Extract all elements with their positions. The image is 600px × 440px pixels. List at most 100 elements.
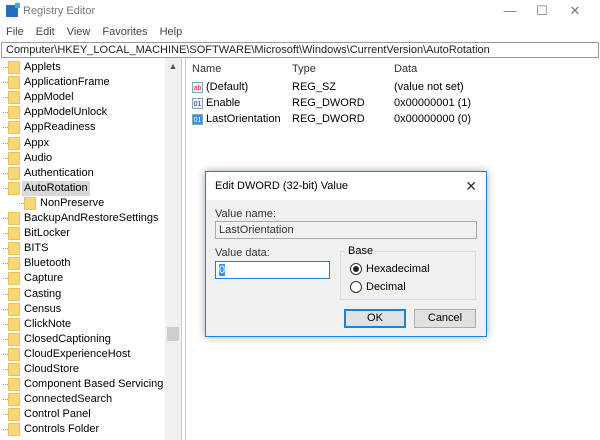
menu-view[interactable]: View [61, 24, 97, 40]
decimal-label[interactable]: Decimal [366, 281, 406, 293]
folder-icon [8, 106, 20, 120]
folder-icon [8, 61, 20, 74]
folder-icon [8, 91, 20, 105]
value-data-text: 0 [219, 264, 226, 276]
menu-file[interactable]: File [0, 24, 30, 40]
folder-icon [8, 136, 20, 150]
value-row[interactable]: ab (Default) REG_SZ (value not set) [186, 80, 586, 95]
edit-dword-dialog: Edit DWORD (32-bit) Value ✕ Value name: … [205, 171, 487, 337]
tree-item-label: AppReadiness [24, 121, 96, 134]
column-header-name[interactable]: Name [192, 63, 221, 75]
tree-item-label: Casting [24, 287, 62, 300]
binary-value-icon: 01 [192, 114, 203, 125]
address-bar[interactable]: Computer\HKEY_LOCAL_MACHINE\SOFTWARE\Mic… [1, 42, 599, 58]
folder-icon [8, 181, 20, 195]
value-type: REG_DWORD [292, 97, 365, 109]
value-name: Enable [206, 97, 241, 109]
hexadecimal-label[interactable]: Hexadecimal [366, 263, 430, 275]
menu-favorites[interactable]: Favorites [96, 24, 153, 40]
ok-button[interactable]: OK [344, 309, 406, 328]
value-name-field: LastOrientation [215, 221, 477, 239]
column-header-type[interactable]: Type [292, 63, 316, 75]
tree-item-label: ClosedCaptioning [24, 332, 111, 345]
folder-icon [8, 151, 20, 165]
tree-item-label: Authentication [24, 166, 94, 179]
value-data-input[interactable]: 0 [215, 261, 330, 279]
value-row[interactable]: 01 LastOrientation REG_DWORD 0x00000000 (0) [186, 112, 586, 127]
folder-icon [8, 287, 20, 301]
cancel-button[interactable]: Cancel [414, 309, 476, 328]
value-data: 0x00000000 (0) [394, 113, 472, 125]
folder-icon [8, 76, 20, 90]
value-name-label: Value name: [215, 208, 276, 220]
folder-icon [8, 347, 20, 361]
tree-item-label: Bluetooth [24, 257, 71, 270]
tree-item-label: BackupAndRestoreSettings [24, 212, 159, 224]
title-bar: Registry Editor — ☐ ✕ [0, 0, 600, 22]
base-label: Base [346, 245, 376, 257]
tree-item-label: Appx [24, 136, 50, 149]
folder-icon [8, 257, 20, 271]
folder-icon [8, 317, 20, 331]
tree-scrollbar[interactable]: ▲ [165, 58, 181, 440]
folder-icon [24, 196, 36, 210]
folder-icon [8, 393, 20, 407]
folder-icon [8, 166, 20, 180]
tree-item-label: ClickNote [24, 317, 72, 330]
tree-item-label: CloudExperienceHost [24, 347, 131, 360]
folder-icon [8, 378, 20, 392]
base-group: Base Hexadecimal Decimal [340, 245, 476, 300]
menu-help[interactable]: Help [154, 24, 189, 40]
tree-item-label: BitLocker [24, 227, 70, 240]
tree-item-label: Capture [24, 272, 64, 285]
value-data: 0x00000001 (1) [394, 97, 472, 109]
scrollbar-thumb[interactable] [167, 327, 179, 341]
tree-item-label: Census [24, 302, 62, 315]
folder-icon [8, 272, 20, 286]
scroll-up-icon[interactable]: ▲ [165, 61, 181, 71]
folder-icon [8, 121, 20, 135]
tree-item-label: ApplicationFrame [24, 76, 110, 89]
minimize-button[interactable]: — [495, 3, 525, 19]
binary-value-icon: 01 [192, 98, 203, 109]
value-type: REG_SZ [292, 81, 337, 93]
menu-edit[interactable]: Edit [30, 24, 61, 40]
key-tree: Applets ApplicationFrame AppModel AppModelU… [0, 58, 182, 440]
dialog-title: Edit DWORD (32-bit) Value [215, 180, 349, 192]
maximize-button[interactable]: ☐ [527, 3, 557, 19]
tree-item-label: NonPreserve [40, 196, 105, 209]
tree-item-label: AppModelUnlock [24, 106, 108, 119]
close-button[interactable]: ✕ [560, 3, 590, 19]
folder-icon [8, 212, 20, 225]
value-data-label: Value data: [215, 247, 270, 259]
menu-bar: File Edit View Favorites Help [0, 24, 188, 40]
tree-item-label: ConnectedSearch [24, 393, 113, 406]
folder-icon [8, 242, 20, 256]
tree-item-label: Controls Folder [24, 423, 100, 436]
folder-icon [8, 302, 20, 316]
value-name: LastOrientation [206, 113, 281, 125]
tree-item-label: BITS [24, 242, 49, 255]
tree-item-label: Audio [24, 151, 53, 164]
tree-item-label: CloudStore [24, 363, 80, 375]
folder-icon [8, 408, 20, 422]
tree-item-label: AutoRotation [22, 180, 90, 196]
folder-icon [8, 363, 20, 376]
column-header-data[interactable]: Data [394, 63, 417, 75]
dialog-close-icon[interactable]: ✕ [465, 172, 477, 200]
window-title: Registry Editor [23, 5, 96, 17]
value-type: REG_DWORD [292, 113, 365, 125]
tree-item-label: Control Panel [24, 408, 91, 421]
value-data: (value not set) [394, 81, 464, 93]
folder-icon [8, 332, 20, 346]
folder-icon [8, 227, 20, 241]
tree-item-label: Applets [24, 61, 61, 73]
dialog-title-bar: Edit DWORD (32-bit) Value ✕ [206, 172, 486, 200]
decimal-radio[interactable] [350, 281, 362, 293]
tree-item-label: AppModel [24, 91, 74, 104]
value-row[interactable]: 01 Enable REG_DWORD 0x00000001 (1) [186, 96, 586, 111]
tree-item-label: Component Based Servicing [24, 378, 164, 391]
hexadecimal-radio[interactable] [350, 263, 362, 275]
registry-editor-icon [6, 3, 20, 17]
string-value-icon: ab [192, 82, 203, 93]
